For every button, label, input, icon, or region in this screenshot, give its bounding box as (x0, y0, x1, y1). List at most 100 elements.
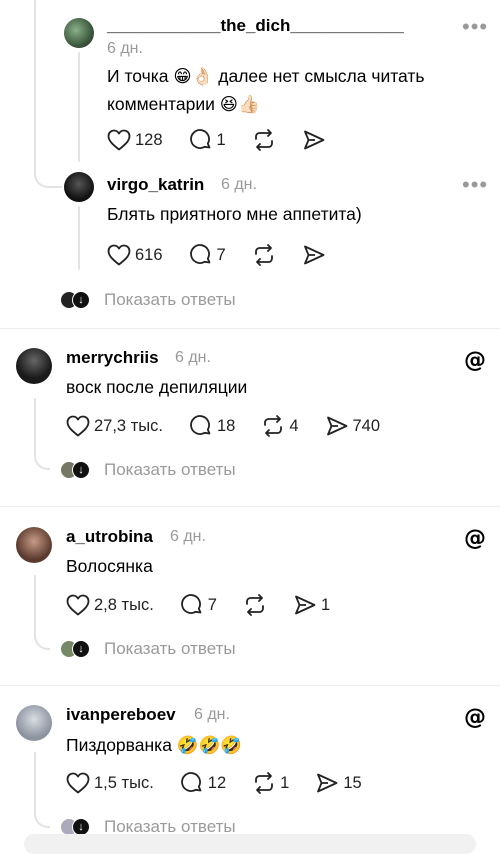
reply-count: 1 (216, 130, 226, 149)
show-replies-button[interactable]: ↓ Показать ответы (60, 639, 236, 659)
action-bar: 616 7 (107, 240, 352, 270)
show-replies-button[interactable]: ↓ Показать ответы (60, 290, 236, 310)
heart-icon (107, 129, 131, 151)
timestamp: 6 дн. (194, 706, 230, 723)
thread-curve (34, 620, 50, 650)
repost-icon (255, 772, 274, 794)
share-button[interactable]: 15 (315, 771, 362, 795)
comment-text: Блять приятного мне аппетита) (107, 204, 362, 224)
username[interactable]: ____________the_dich____________ (107, 16, 404, 36)
comment-icon (189, 244, 210, 264)
reply-button[interactable]: 18 (189, 414, 235, 438)
action-bar: 2,8 тыс. 7 1 (66, 590, 356, 620)
reply-composer-bar[interactable] (24, 834, 476, 854)
show-replies-label: Показать ответы (104, 460, 236, 479)
avatar[interactable] (64, 18, 94, 48)
action-bar: 1,5 тыс. 12 1 15 (66, 768, 388, 798)
repost-icon (246, 594, 264, 616)
like-count: 2,8 тыс. (94, 595, 154, 614)
comment-icon (180, 772, 202, 792)
share-button[interactable]: 740 (325, 414, 381, 438)
repost-button[interactable] (243, 593, 267, 617)
username[interactable]: merrychriis (66, 348, 159, 368)
like-button[interactable]: 128 (107, 129, 163, 151)
comment-text-line: комментарии 😆👍🏻 (107, 94, 260, 114)
timestamp: 6 дн. (107, 40, 143, 57)
like-button[interactable]: 1,5 тыс. (66, 772, 154, 794)
thread-curve (34, 440, 50, 470)
timestamp: 6 дн. (175, 349, 211, 366)
repost-icon (264, 415, 283, 437)
heart-icon (66, 415, 90, 437)
reply-avatars: ↓ (60, 291, 90, 309)
thread-line (34, 0, 36, 170)
reply-avatars: ↓ (60, 640, 90, 658)
threads-logo-icon[interactable]: @ (462, 703, 488, 729)
reply-avatars: ↓ (60, 461, 90, 479)
heart-icon (66, 772, 90, 794)
send-icon (317, 773, 338, 793)
avatar[interactable] (64, 172, 94, 202)
download-icon: ↓ (72, 291, 90, 309)
timestamp: 6 дн. (170, 528, 206, 545)
share-button[interactable] (302, 128, 326, 152)
svg-text:@: @ (464, 348, 486, 372)
divider (0, 685, 500, 686)
like-button[interactable]: 27,3 тыс. (66, 415, 163, 437)
repost-button[interactable] (252, 243, 276, 267)
comment-text: Волосянка (66, 556, 153, 576)
reply-button[interactable]: 1 (189, 128, 226, 152)
repost-button[interactable]: 1 (252, 771, 289, 795)
comment-icon (180, 594, 202, 614)
repost-button[interactable]: 4 (261, 414, 299, 438)
divider (0, 328, 500, 329)
more-options-icon[interactable]: ••• (462, 172, 488, 198)
send-icon (303, 245, 325, 265)
reply-count: 18 (216, 416, 236, 435)
share-button[interactable]: 1 (293, 593, 330, 617)
comment-text: Пиздорванка 🤣🤣🤣 (66, 735, 243, 755)
thread-line (78, 206, 80, 270)
show-replies-label: Показать ответы (104, 639, 236, 658)
reply-count: 12 (207, 773, 227, 792)
reply-count: 7 (216, 245, 226, 264)
comment-text: воск после депиляции (66, 377, 248, 397)
download-icon: ↓ (72, 640, 90, 658)
send-icon (326, 416, 347, 436)
like-count: 616 (135, 245, 163, 264)
reply-button[interactable]: 12 (180, 771, 226, 795)
threads-logo-icon[interactable]: @ (462, 346, 488, 372)
username[interactable]: virgo_katrin (107, 175, 204, 195)
like-button[interactable]: 2,8 тыс. (66, 594, 154, 616)
repost-button[interactable] (252, 128, 276, 152)
username[interactable]: a_utrobina (66, 527, 153, 547)
thread-line (34, 398, 36, 442)
share-count: 740 (352, 416, 381, 435)
repost-icon (254, 244, 273, 266)
avatar[interactable] (16, 348, 52, 384)
repost-count: 4 (289, 416, 299, 435)
svg-text:@: @ (464, 526, 486, 550)
more-options-icon[interactable]: ••• (462, 14, 488, 40)
thread-curve (34, 160, 62, 188)
comment-text-line: И точка 😁👌🏻 далее нет смысла читать (107, 66, 425, 86)
like-count: 27,3 тыс. (94, 416, 163, 435)
avatar[interactable] (16, 527, 52, 563)
like-button[interactable]: 616 (107, 244, 163, 266)
send-icon (295, 595, 316, 615)
repost-count: 1 (280, 773, 290, 792)
reply-button[interactable]: 7 (180, 593, 217, 617)
comment-icon (189, 129, 210, 149)
divider (0, 506, 500, 507)
thread-curve (34, 798, 50, 828)
reply-button[interactable]: 7 (189, 243, 226, 267)
threads-logo-icon[interactable]: @ (462, 524, 488, 550)
avatar[interactable] (16, 705, 52, 741)
username[interactable]: ivanpereboev (66, 705, 176, 725)
svg-text:@: @ (464, 705, 486, 729)
like-count: 128 (135, 130, 163, 149)
share-button[interactable] (302, 243, 326, 267)
share-count: 15 (343, 773, 362, 792)
timestamp: 6 дн. (221, 176, 257, 193)
show-replies-button[interactable]: ↓ Показать ответы (60, 460, 236, 480)
